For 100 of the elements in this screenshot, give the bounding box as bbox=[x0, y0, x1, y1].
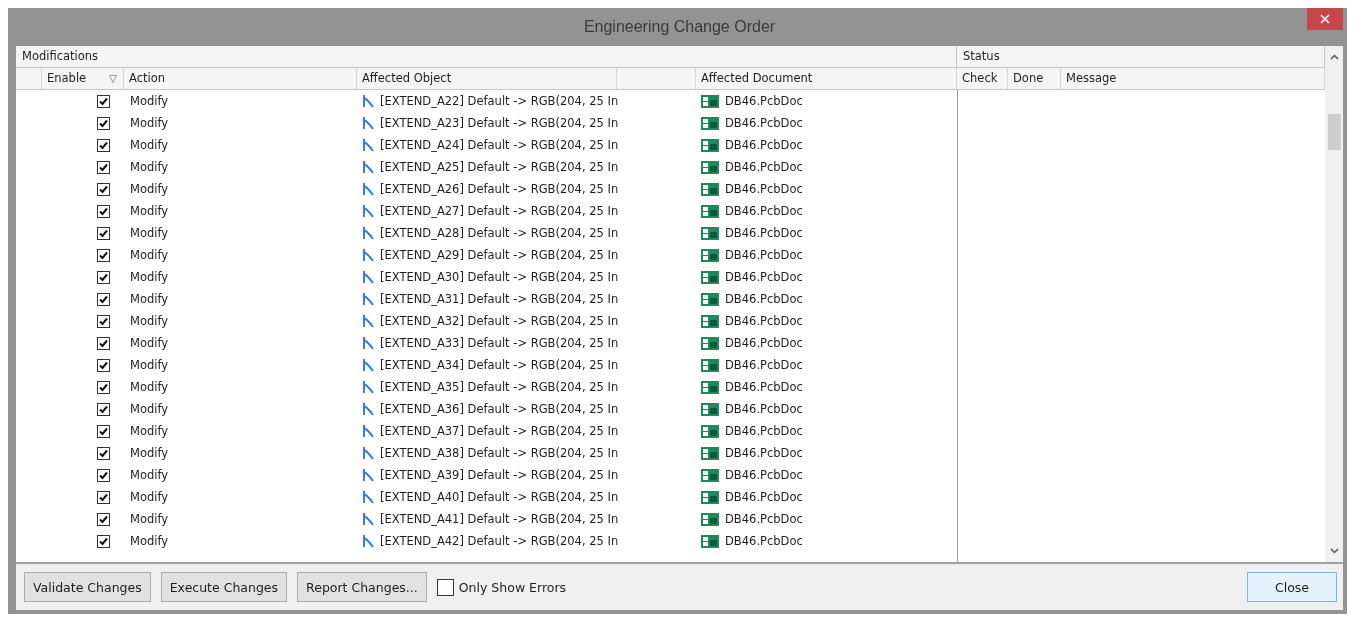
wire-icon bbox=[362, 534, 374, 548]
table-cell-text: Modify bbox=[129, 138, 170, 152]
table-cell-text: Modify bbox=[129, 402, 170, 416]
column-header[interactable]: Affected Document bbox=[701, 68, 813, 89]
table-cell-text: Modify bbox=[129, 94, 170, 108]
table-cell: DB46.PcbDoc bbox=[725, 358, 803, 372]
enable-checkbox[interactable] bbox=[97, 314, 110, 328]
group-header: Modifications bbox=[16, 46, 957, 67]
wire-icon bbox=[362, 292, 374, 306]
enable-checkbox[interactable] bbox=[97, 446, 110, 460]
table-cell: [EXTEND_A40] Default -> RGB(204, 25 In bbox=[380, 490, 619, 504]
table-cell-text: Modify bbox=[129, 490, 170, 504]
wire-icon bbox=[362, 402, 374, 416]
table-cell-text: Modify bbox=[129, 534, 170, 548]
action-button[interactable]: Execute Changes bbox=[160, 572, 288, 602]
table-cell: DB46.PcbDoc bbox=[725, 182, 803, 196]
table-cell-text: Modify bbox=[129, 248, 170, 262]
wire-icon bbox=[362, 226, 374, 240]
scroll-down-icon[interactable] bbox=[1329, 548, 1339, 554]
table-cell: [EXTEND_A28] Default -> RGB(204, 25 In bbox=[380, 226, 619, 240]
enable-checkbox[interactable] bbox=[97, 138, 110, 152]
enable-checkbox[interactable] bbox=[97, 380, 110, 394]
enable-checkbox[interactable] bbox=[97, 226, 110, 240]
table-cell: DB46.PcbDoc bbox=[725, 490, 803, 504]
column-header[interactable]: Check bbox=[962, 68, 998, 89]
column-header[interactable]: Action bbox=[129, 68, 166, 89]
table-cell: [EXTEND_A23] Default -> RGB(204, 25 In bbox=[380, 116, 619, 130]
table-cell: [EXTEND_A31] Default -> RGB(204, 25 In bbox=[380, 292, 619, 306]
scroll-up-icon[interactable] bbox=[1329, 54, 1339, 60]
table-cell-text: Modify bbox=[129, 182, 170, 196]
table-cell: [EXTEND_A34] Default -> RGB(204, 25 In bbox=[380, 358, 619, 372]
table-cell-text: Modify bbox=[129, 358, 170, 372]
wire-icon bbox=[362, 490, 374, 504]
enable-checkbox[interactable] bbox=[97, 424, 110, 438]
table-cell-text: Modify bbox=[129, 512, 170, 526]
column-header[interactable]: Done bbox=[1013, 68, 1044, 89]
pcb-document-icon bbox=[701, 94, 719, 108]
enable-checkbox[interactable] bbox=[97, 336, 110, 350]
enable-checkbox[interactable] bbox=[97, 248, 110, 262]
pcb-document-icon bbox=[701, 534, 719, 548]
wire-icon bbox=[362, 248, 374, 262]
table-cell: [EXTEND_A22] Default -> RGB(204, 25 In bbox=[380, 94, 619, 108]
table-cell: [EXTEND_A36] Default -> RGB(204, 25 In bbox=[380, 402, 619, 416]
pcb-document-icon bbox=[701, 490, 719, 504]
window-title: Engineering Change Order bbox=[583, 18, 776, 36]
table-cell: DB46.PcbDoc bbox=[725, 292, 803, 306]
pcb-document-icon bbox=[701, 204, 719, 218]
enable-checkbox[interactable] bbox=[97, 512, 110, 526]
table-cell-text: Modify bbox=[129, 468, 170, 482]
enable-checkbox[interactable] bbox=[97, 534, 110, 548]
column-header[interactable]: Message bbox=[1066, 68, 1117, 89]
table-cell: DB46.PcbDoc bbox=[725, 468, 803, 482]
pcb-document-icon bbox=[701, 446, 719, 460]
table-cell: DB46.PcbDoc bbox=[725, 248, 803, 262]
wire-icon bbox=[362, 446, 374, 460]
close-icon[interactable] bbox=[1307, 8, 1343, 30]
table-cell: DB46.PcbDoc bbox=[725, 270, 803, 284]
wire-icon bbox=[362, 138, 374, 152]
scrollbar-thumb[interactable] bbox=[1327, 114, 1341, 150]
table-cell-text: Modify bbox=[129, 292, 170, 306]
enable-checkbox[interactable] bbox=[97, 270, 110, 284]
table-cell: [EXTEND_A39] Default -> RGB(204, 25 In bbox=[380, 468, 619, 482]
column-header[interactable]: Enable bbox=[47, 68, 87, 89]
enable-checkbox[interactable] bbox=[97, 292, 110, 306]
table-cell: DB46.PcbDoc bbox=[725, 336, 803, 350]
enable-checkbox[interactable] bbox=[97, 490, 110, 504]
action-button[interactable]: Report Changes... bbox=[297, 572, 427, 602]
wire-icon bbox=[362, 380, 374, 394]
table-cell-text: Modify bbox=[129, 446, 170, 460]
enable-checkbox[interactable] bbox=[97, 116, 110, 130]
table-cell: [EXTEND_A27] Default -> RGB(204, 25 In bbox=[380, 204, 619, 218]
pcb-document-icon bbox=[701, 226, 719, 240]
pcb-document-icon bbox=[701, 138, 719, 152]
table-cell: DB46.PcbDoc bbox=[725, 204, 803, 218]
enable-checkbox[interactable] bbox=[97, 160, 110, 174]
action-button[interactable]: Validate Changes bbox=[24, 572, 151, 602]
pcb-document-icon bbox=[701, 314, 719, 328]
close-button[interactable]: Close bbox=[1247, 572, 1337, 602]
pcb-document-icon bbox=[701, 424, 719, 438]
enable-checkbox[interactable] bbox=[97, 402, 110, 416]
table-cell: [EXTEND_A37] Default -> RGB(204, 25 In bbox=[380, 424, 619, 438]
enable-checkbox[interactable] bbox=[97, 358, 110, 372]
filter-icon[interactable] bbox=[109, 74, 117, 83]
wire-icon bbox=[362, 336, 374, 350]
table-cell: [EXTEND_A30] Default -> RGB(204, 25 In bbox=[380, 270, 619, 284]
table-cell: DB46.PcbDoc bbox=[725, 512, 803, 526]
table-cell: [EXTEND_A25] Default -> RGB(204, 25 In bbox=[380, 160, 619, 174]
checkbox[interactable] bbox=[436, 578, 454, 596]
enable-checkbox[interactable] bbox=[97, 94, 110, 108]
enable-checkbox[interactable] bbox=[97, 204, 110, 218]
scrollbar[interactable] bbox=[1325, 46, 1343, 562]
enable-checkbox[interactable] bbox=[97, 468, 110, 482]
table-cell-text: Modify bbox=[129, 336, 170, 350]
table-cell: [EXTEND_A33] Default -> RGB(204, 25 In bbox=[380, 336, 619, 350]
enable-checkbox[interactable] bbox=[97, 182, 110, 196]
column-header[interactable]: Affected Object bbox=[362, 68, 452, 89]
table-cell: DB46.PcbDoc bbox=[725, 116, 803, 130]
table-cell: DB46.PcbDoc bbox=[725, 226, 803, 240]
table-cell-text: Modify bbox=[129, 270, 170, 284]
table-cell-text: Modify bbox=[129, 226, 170, 240]
